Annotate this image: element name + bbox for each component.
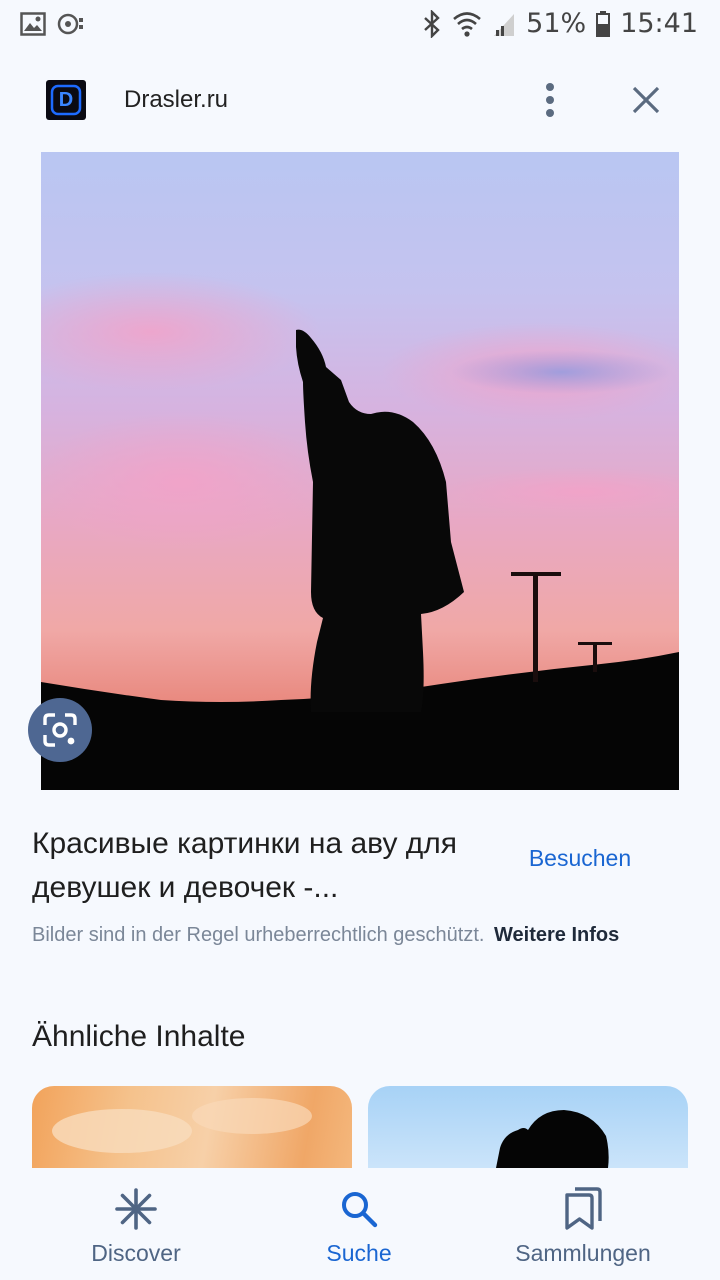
site-logo: D [46, 80, 86, 120]
bluetooth-icon [422, 9, 442, 38]
similar-heading: Ähnliche Inhalte [32, 1020, 246, 1053]
result-image[interactable] [41, 152, 679, 790]
copyright-notice: Bilder sind in der Regel urheberrechtlic… [32, 924, 619, 947]
copyright-text: Bilder sind in der Regel urheberrechtlic… [32, 924, 485, 946]
similar-thumbnail[interactable] [368, 1086, 688, 1168]
similar-thumbnail[interactable] [32, 1086, 352, 1168]
bookmarks-icon [565, 1187, 602, 1230]
source-header: D Drasler.ru [0, 70, 720, 130]
asterisk-icon [115, 1188, 157, 1230]
clock: 15:41 [620, 8, 698, 39]
more-options-button[interactable] [530, 78, 570, 122]
signal-icon [492, 10, 516, 38]
site-name[interactable]: Drasler.ru [124, 86, 228, 114]
nav-search-label: Suche [326, 1240, 392, 1266]
silhouette-sunset-image [41, 152, 679, 790]
search-icon [342, 1192, 378, 1228]
nav-collections-label: Sammlungen [515, 1240, 651, 1266]
more-info-link[interactable]: Weitere Infos [494, 924, 619, 946]
visit-button[interactable]: Besuchen [510, 836, 650, 880]
close-icon [632, 86, 660, 114]
result-title[interactable]: Красивые картинки на аву для девушек и д… [32, 822, 472, 910]
similar-image-silhouette [496, 1110, 609, 1168]
status-bar: 51% 15:41 [0, 0, 720, 52]
nav-search[interactable]: Suche [259, 1186, 459, 1276]
nav-discover[interactable]: Discover [36, 1186, 236, 1276]
battery-percent: 51% [526, 8, 587, 39]
lens-icon [43, 713, 77, 747]
cast-icon [56, 12, 86, 36]
nav-collections[interactable]: Sammlungen [483, 1186, 683, 1276]
wifi-icon [452, 10, 482, 38]
nav-discover-label: Discover [91, 1240, 181, 1266]
battery-icon [596, 10, 611, 37]
similar-image-clouds [52, 1098, 312, 1153]
gallery-icon [20, 12, 46, 36]
more-vert-icon [546, 83, 554, 117]
close-button[interactable] [624, 78, 668, 122]
site-logo-letter: D [58, 88, 74, 111]
bottom-navigation: Discover Suche Sammlungen [0, 1168, 720, 1280]
google-lens-button[interactable] [28, 698, 92, 762]
